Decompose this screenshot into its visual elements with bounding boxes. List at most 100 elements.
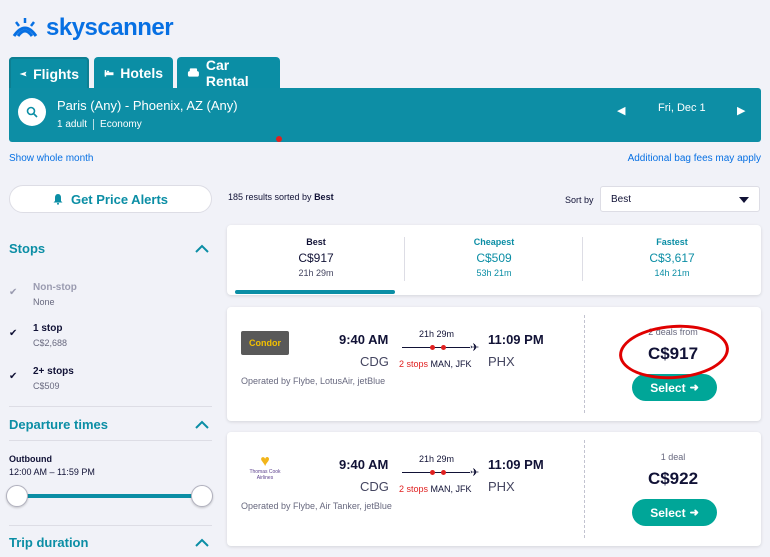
stop-airports: MAN, JFK: [430, 359, 472, 369]
select-label: Select: [650, 380, 686, 395]
route-text: Paris (Any) - Phoenix, AZ (Any): [57, 98, 238, 113]
flight-duration: 21h 29m: [419, 454, 455, 464]
stop-count: 2 stops: [399, 359, 429, 369]
stops-heading[interactable]: Stops: [9, 241, 45, 256]
stops-info: 2 stops MAN, JFK: [399, 484, 472, 494]
chevron-up-icon[interactable]: [195, 538, 209, 548]
results-sort-name: Best: [314, 192, 334, 202]
stops-filter-1-stop[interactable]: ✔ 1 stop C$2,688: [9, 323, 67, 348]
filter-price: C$2,688: [33, 338, 68, 348]
skyscanner-logo[interactable]: skyscanner: [10, 14, 174, 42]
tab-label: Hotels: [120, 65, 163, 81]
filter-label: 2+ stops: [33, 366, 74, 377]
sort-tab-price: C$509: [476, 251, 512, 265]
trip-duration-heading[interactable]: Trip duration: [9, 535, 88, 550]
route-line: [402, 347, 470, 348]
search-summary-bar[interactable]: Paris (Any) - Phoenix, AZ (Any) 1 adult …: [9, 88, 761, 142]
indicator-dot: [276, 136, 282, 142]
sort-tab-fastest[interactable]: Fastest C$3,617 14h 21m: [583, 225, 761, 295]
bag-fees-link[interactable]: Additional bag fees may apply: [628, 153, 761, 164]
departure-airport: CDG: [360, 479, 389, 494]
checkmark-icon: ✔: [9, 287, 18, 298]
outbound-time-range: 12:00 AM – 11:59 PM: [9, 467, 95, 477]
sort-tab-label: Cheapest: [473, 237, 515, 247]
slider-handle-end[interactable]: [191, 485, 213, 507]
heart-logo-icon: ♥: [260, 453, 270, 470]
active-tab-indicator: [235, 290, 395, 294]
get-price-alerts-button[interactable]: Get Price Alerts: [9, 185, 212, 213]
tab-label: Car Rental: [205, 57, 249, 89]
filter-label: Non-stop: [33, 282, 77, 293]
previous-date-icon[interactable]: ◀: [617, 104, 625, 117]
tab-hotels[interactable]: Hotels: [94, 57, 173, 89]
departure-slider-track[interactable]: [17, 494, 202, 498]
departure-times-heading[interactable]: Departure times: [9, 417, 108, 432]
stops-info: 2 stops MAN, JFK: [399, 359, 472, 369]
plane-icon: [19, 71, 27, 76]
passenger-count: 1 adult: [57, 119, 88, 130]
divider: [9, 406, 212, 407]
select-button[interactable]: Select ➜: [632, 499, 717, 526]
stops-filter-nonstop[interactable]: ✔ Non-stop None: [9, 282, 77, 307]
tab-label: Flights: [33, 65, 79, 82]
price-alerts-label: Get Price Alerts: [70, 191, 169, 207]
divider: [9, 525, 212, 526]
next-date-icon[interactable]: ▶: [737, 104, 745, 117]
sort-tab-price: C$3,617: [649, 251, 695, 265]
sort-select[interactable]: Best: [600, 186, 760, 212]
operated-by: Operated by Flybe, LotusAir, jetBlue: [241, 376, 386, 386]
departure-time: 9:40 AM: [339, 332, 389, 347]
thomas-cook-logo: ♥ Thomas Cook Airlines: [241, 453, 289, 482]
bed-icon: [104, 70, 114, 77]
sort-tab-price: C$917: [298, 251, 334, 265]
flight-duration: 21h 29m: [419, 329, 455, 339]
chevron-up-icon[interactable]: [195, 244, 209, 254]
sunrise-logo-icon: [12, 18, 38, 37]
airline-name: Thomas Cook Airlines: [249, 469, 281, 481]
bell-icon: [53, 194, 63, 205]
results-count-text: 185 results sorted by: [228, 192, 312, 202]
arrival-airport: PHX: [488, 354, 515, 369]
checkmark-icon: ✔: [9, 328, 18, 339]
divider: [9, 440, 212, 441]
search-button[interactable]: [18, 98, 46, 126]
sort-tab-best[interactable]: Best C$917 21h 29m: [227, 225, 405, 295]
departure-time: 9:40 AM: [339, 457, 389, 472]
flight-result-card[interactable]: Condor 9:40 AM CDG 21h 29m ✈ 2 stops MAN…: [227, 307, 761, 421]
sort-by-label: Sort by: [565, 195, 594, 205]
sort-tab-duration: 14h 21m: [654, 268, 690, 278]
arrival-airport: PHX: [488, 479, 515, 494]
sort-tabs: Best C$917 21h 29m Cheapest C$509 53h 21…: [227, 225, 761, 295]
show-whole-month-link[interactable]: Show whole month: [9, 153, 94, 164]
sort-tab-duration: 21h 29m: [298, 268, 334, 278]
trip-details: 1 adult Economy: [57, 119, 142, 130]
stop-count: 2 stops: [399, 484, 429, 494]
filter-price: None: [33, 297, 55, 307]
route-line: [402, 472, 470, 473]
car-icon: [187, 68, 199, 77]
tab-flights[interactable]: Flights: [9, 57, 89, 90]
flight-result-card[interactable]: ♥ Thomas Cook Airlines 9:40 AM CDG 21h 2…: [227, 432, 761, 546]
brand-name: skyscanner: [46, 14, 174, 41]
checkmark-icon: ✔: [9, 371, 18, 382]
chevron-up-icon[interactable]: [195, 420, 209, 430]
tab-car-rental[interactable]: Car Rental: [177, 57, 280, 89]
stops-filter-2plus-stops[interactable]: ✔ 2+ stops C$509: [9, 366, 74, 391]
results-count: 185 results sorted by Best: [228, 192, 334, 202]
deals-count: 1 deal: [660, 452, 686, 462]
flight-price: C$922: [647, 469, 699, 488]
departure-airport: CDG: [360, 354, 389, 369]
sort-tab-label: Best: [306, 237, 326, 247]
slider-handle-start[interactable]: [6, 485, 28, 507]
condor-logo: Condor: [241, 331, 289, 355]
sort-tab-duration: 53h 21m: [476, 268, 512, 278]
airline-name: Condor: [249, 338, 281, 348]
arrow-right-icon: ➜: [689, 382, 699, 394]
arrival-time: 11:09 PM: [488, 332, 544, 347]
stop-dot: [430, 470, 435, 475]
caret-down-icon: [739, 197, 749, 203]
sort-tab-cheapest[interactable]: Cheapest C$509 53h 21m: [405, 225, 583, 295]
departure-date: Fri, Dec 1: [658, 102, 706, 114]
arrow-right-icon: ➜: [689, 507, 699, 519]
stop-dot: [441, 345, 446, 350]
